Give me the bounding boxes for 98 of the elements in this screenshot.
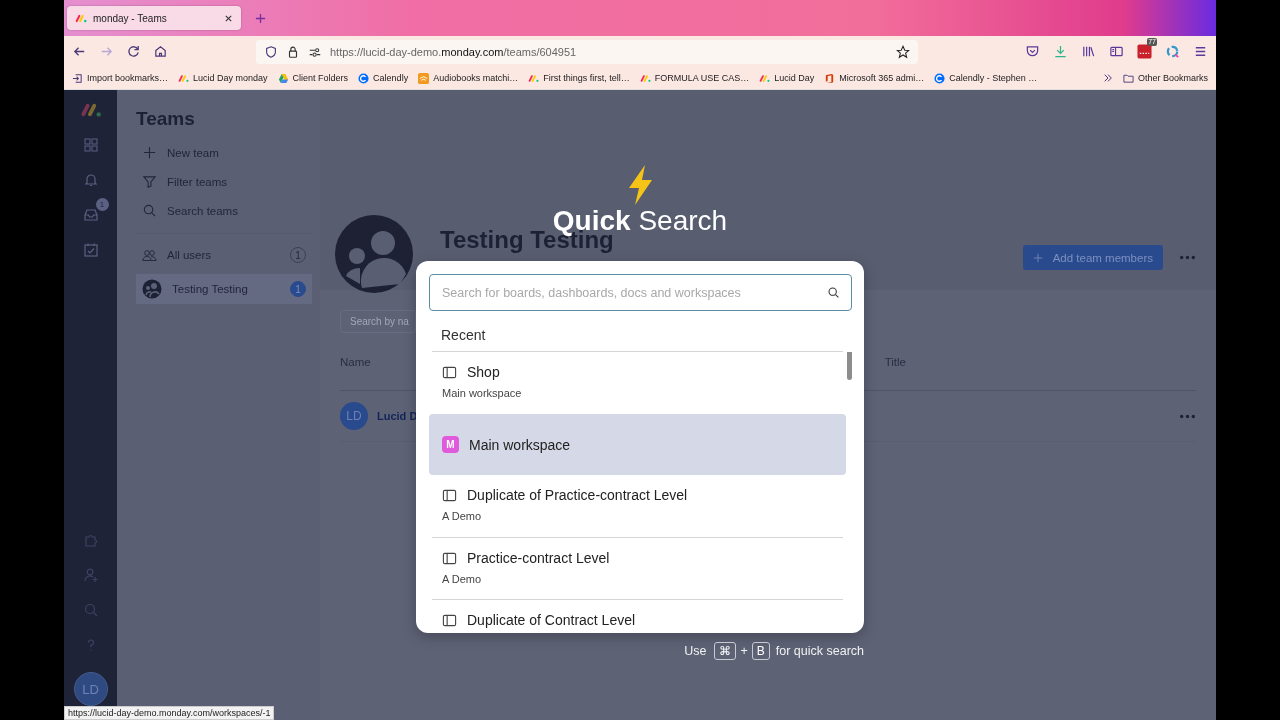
circle-logo-icon bbox=[358, 72, 370, 84]
bookmark-label: Calendly - Stephen … bbox=[949, 73, 1038, 83]
bookmark[interactable]: Lucid Day monday bbox=[178, 72, 268, 84]
bookmark-label: First things first, tell… bbox=[543, 73, 630, 83]
scrollbar-thumb[interactable] bbox=[847, 352, 852, 380]
office-logo-icon bbox=[824, 72, 836, 84]
board-icon bbox=[442, 364, 457, 380]
menu-icon[interactable] bbox=[1193, 44, 1208, 59]
key-cap: B bbox=[751, 642, 770, 660]
result-subtitle: A Demo bbox=[442, 510, 483, 522]
bell-icon[interactable] bbox=[82, 172, 99, 188]
bookmark[interactable]: Microsoft 365 admi… bbox=[824, 72, 925, 84]
browser-tab[interactable]: monday - Teams bbox=[67, 6, 241, 30]
logo-icon bbox=[75, 13, 87, 23]
home-icon[interactable] bbox=[153, 44, 168, 59]
more-icon[interactable] bbox=[1179, 413, 1196, 419]
board-icon bbox=[442, 612, 457, 628]
bookmark[interactable]: FORMULA USE CAS… bbox=[639, 72, 750, 84]
team-avatar-icon bbox=[142, 279, 162, 299]
member-avatar: LD bbox=[340, 402, 368, 430]
bookmark-label: Microsoft 365 admi… bbox=[839, 73, 925, 83]
close-icon[interactable] bbox=[224, 13, 233, 23]
triangle-logo-icon bbox=[277, 72, 289, 84]
logo-icon bbox=[178, 72, 190, 84]
result-title: Duplicate of Practice-contract Level bbox=[467, 487, 688, 503]
plus-icon bbox=[1032, 252, 1043, 263]
logo-icon bbox=[528, 72, 540, 84]
bookmark-label: Lucid Day monday bbox=[193, 73, 268, 83]
search-field[interactable]: Search for boards, dashboards, docs and workspaces bbox=[429, 274, 852, 311]
library-icon[interactable] bbox=[1081, 44, 1096, 59]
shield-icon bbox=[264, 44, 278, 59]
circle-logo-icon bbox=[934, 72, 946, 84]
bookmark[interactable]: First things first, tell… bbox=[528, 72, 630, 84]
chevron-icon[interactable] bbox=[1102, 73, 1113, 83]
grid-icon[interactable] bbox=[82, 137, 99, 153]
more-icon[interactable] bbox=[1179, 255, 1196, 260]
result-title: Practice-contract Level bbox=[467, 550, 610, 566]
pocket-icon[interactable] bbox=[1025, 44, 1040, 59]
bookmark[interactable]: Calendly bbox=[358, 72, 409, 84]
bookmark-label: Import bookmarks… bbox=[87, 73, 169, 83]
url-text: https://lucid-day-demo.monday.com/teams/604951 bbox=[330, 45, 578, 58]
download-icon[interactable] bbox=[1053, 44, 1068, 59]
bookmark-label: Audiobooks matchi… bbox=[433, 73, 519, 83]
star-icon[interactable] bbox=[896, 44, 910, 59]
bookmark[interactable]: Import bookmarks… bbox=[72, 72, 169, 84]
filter-icon bbox=[142, 174, 157, 189]
result-title: Duplicate of Contract Level bbox=[467, 612, 636, 628]
reload-icon[interactable] bbox=[126, 44, 141, 59]
bookmark[interactable]: Audiobooks matchi… bbox=[418, 72, 519, 84]
tab-title: monday - Teams bbox=[93, 12, 168, 24]
board-icon bbox=[442, 487, 457, 503]
add-user-icon[interactable] bbox=[82, 567, 99, 583]
plus-icon[interactable] bbox=[255, 12, 266, 24]
bookmark[interactable]: Calendly - Stephen … bbox=[934, 72, 1038, 84]
section-heading: Recent bbox=[432, 311, 843, 352]
hint-text: + bbox=[740, 644, 748, 658]
bookmark-label: Client Folders bbox=[292, 73, 349, 83]
calendar-check-icon[interactable] bbox=[82, 242, 99, 258]
logo-icon bbox=[639, 72, 651, 84]
bookmark-label: Other Bookmarks bbox=[1137, 73, 1208, 83]
result-subtitle: A Demo bbox=[442, 573, 483, 585]
address-bar[interactable]: https://lucid-day-demo.monday.com/teams/604951 bbox=[256, 39, 918, 64]
result-item[interactable]: Shop Main workspace bbox=[429, 352, 846, 414]
bookmark-label: Lucid Day bbox=[774, 73, 815, 83]
plus-icon bbox=[142, 145, 157, 160]
import-icon bbox=[72, 72, 83, 84]
sidebar-title: Teams bbox=[136, 108, 196, 130]
book-logo-icon bbox=[418, 72, 430, 84]
folder-icon bbox=[1122, 72, 1134, 84]
status-url: https://lucid-day-demo.monday.com/workspaces/-1 bbox=[64, 706, 275, 720]
users-icon bbox=[142, 247, 157, 263]
result-item[interactable]: Practice-contract Level A Demo bbox=[432, 537, 843, 599]
key-cap: ⌘ bbox=[714, 642, 737, 660]
result-item[interactable]: Duplicate of Practice-contract Level A Demo bbox=[429, 475, 846, 537]
logo-icon bbox=[759, 72, 771, 84]
bookmark-label: Calendly bbox=[373, 73, 409, 83]
ring-icon[interactable] bbox=[1165, 44, 1180, 59]
search-field[interactable]: Search by na bbox=[340, 310, 416, 333]
bookmark-folder[interactable]: Other Bookmarks bbox=[1122, 72, 1208, 84]
bookmark-label: FORMULA USE CAS… bbox=[654, 73, 750, 83]
search-icon bbox=[142, 203, 157, 218]
result-title: Shop bbox=[467, 364, 500, 380]
logo-icon[interactable] bbox=[79, 102, 102, 118]
search-icon[interactable] bbox=[827, 286, 840, 299]
bookmark[interactable]: Client Folders bbox=[277, 72, 349, 84]
inbox-icon[interactable] bbox=[82, 207, 99, 223]
result-title: Main workspace bbox=[469, 436, 571, 453]
workspace-badge: M bbox=[442, 436, 459, 453]
result-item[interactable]: M Main workspace bbox=[429, 414, 846, 475]
sidebar-icon[interactable] bbox=[1109, 44, 1124, 59]
result-item[interactable]: Duplicate of Contract Level bbox=[432, 599, 843, 633]
hint-text: Use bbox=[684, 644, 707, 658]
extension-icon[interactable] bbox=[1137, 44, 1152, 59]
board-icon bbox=[442, 550, 457, 566]
result-subtitle: Main workspace bbox=[442, 387, 523, 399]
hint-text: for quick search bbox=[775, 644, 864, 658]
bookmark[interactable]: Lucid Day bbox=[759, 72, 815, 84]
lock-icon bbox=[286, 44, 300, 59]
